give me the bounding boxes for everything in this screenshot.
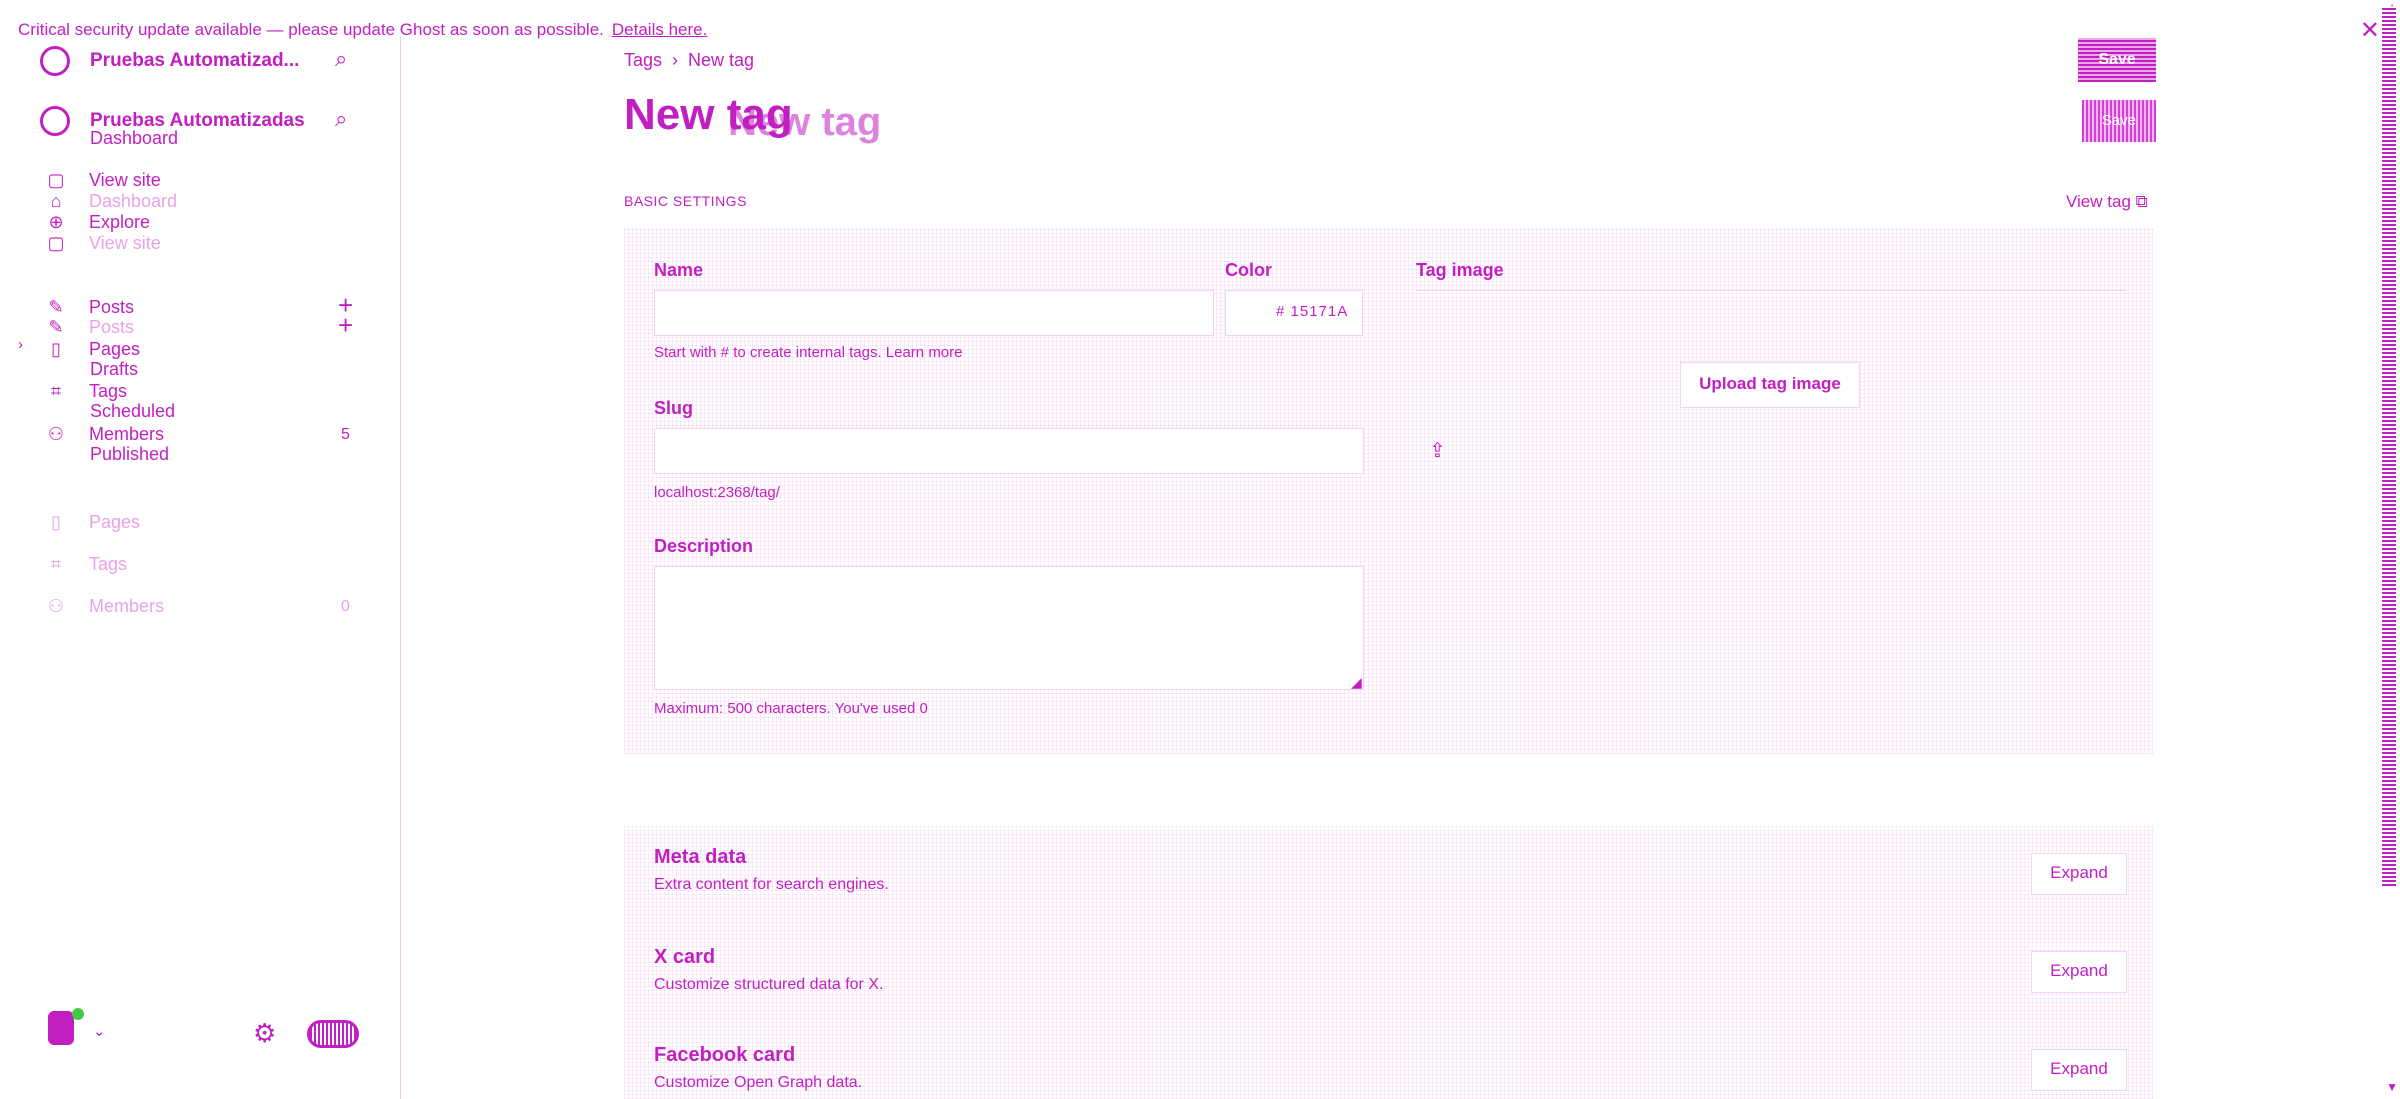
upload-tag-image-button[interactable]: Upload tag image	[1680, 362, 1860, 408]
meta-data-title: Meta data	[654, 846, 747, 868]
members-icon-ghost: ⚇	[47, 596, 65, 616]
nav-posts[interactable]: ✎ Posts	[45, 297, 134, 318]
chevron-right-icon[interactable]: ›	[18, 336, 23, 353]
metadata-cards-group: Meta data Extra content for search engin…	[624, 826, 2154, 1099]
tag-icon-ghost: ⌗	[50, 554, 62, 574]
tag-image-label: Tag image	[1416, 260, 1504, 280]
browser-icon-ghost: ▢	[47, 233, 65, 253]
description-hint: Maximum: 500 characters. You've used 0	[654, 700, 928, 717]
x-card-desc: Customize structured data for X.	[654, 976, 884, 993]
browser-icon: ▢	[47, 170, 65, 190]
search-icon-ghost[interactable]: ⌕	[335, 106, 347, 132]
online-status-dot	[72, 1008, 84, 1020]
meta-data-expand-button[interactable]: Expand	[2031, 853, 2127, 895]
tag-icon: ⌗	[50, 381, 62, 401]
color-input[interactable]: # 15171A	[1225, 290, 1363, 336]
gear-icon[interactable]: ⚙	[253, 1018, 276, 1049]
name-hint: Start with # to create internal tags. Le…	[654, 344, 963, 361]
color-label: Color	[1225, 260, 1272, 280]
dark-mode-toggle[interactable]	[307, 1020, 359, 1048]
nav-members[interactable]: ⚇ Members	[45, 424, 164, 445]
page-title-ghost: New tag	[728, 100, 882, 144]
nav-explore[interactable]: ⊕ Explore	[45, 212, 150, 233]
save-button-ghost[interactable]: Save	[2082, 100, 2156, 142]
name-label: Name	[654, 260, 704, 280]
pencil-icon: ✎	[48, 297, 64, 317]
scrollbar[interactable]	[2382, 6, 2396, 886]
home-icon: ⌂	[50, 191, 62, 211]
nav-posts-ghost[interactable]: ✎ Posts	[45, 317, 134, 338]
pencil-icon-ghost: ✎	[48, 317, 64, 337]
site-name: Pruebas Automatizad...	[90, 50, 300, 71]
nav-tags-ghost[interactable]: ⌗ Tags	[45, 554, 127, 575]
members-count: 5	[341, 426, 350, 443]
facebook-card-title: Facebook card	[654, 1044, 796, 1066]
nav-drafts[interactable]: Drafts	[90, 359, 138, 380]
sidebar: Pruebas Automatizad... ⌕ Pruebas Automat…	[0, 36, 401, 1099]
breadcrumb-current: New tag	[688, 50, 755, 70]
nav-scheduled[interactable]: Scheduled	[90, 401, 175, 422]
slug-input[interactable]	[654, 428, 1364, 474]
view-tag-link[interactable]: View tag ⧉	[2066, 192, 2148, 212]
breadcrumb: Tags › New tag	[624, 50, 754, 71]
breadcrumb-tags-link[interactable]: Tags	[624, 50, 662, 70]
search-icon[interactable]: ⌕	[335, 46, 347, 72]
banner-details-link[interactable]: Details here.	[612, 20, 707, 39]
nav-published[interactable]: Published	[90, 444, 169, 465]
nav-view-site[interactable]: ▢ View site	[45, 170, 160, 191]
facebook-card-desc: Customize Open Graph data.	[654, 1074, 863, 1091]
nav-pages-ghost[interactable]: ▯ Pages	[45, 512, 140, 533]
external-link-icon: ⧉	[2135, 192, 2148, 211]
description-label: Description	[654, 536, 754, 556]
x-card-title: X card	[654, 946, 716, 968]
site-logo-ghost	[40, 106, 70, 136]
slug-label: Slug	[654, 398, 693, 418]
basic-settings-card: Name Color # 15171A Start with # to crea…	[624, 228, 2154, 754]
x-card-expand-button[interactable]: Expand	[2031, 951, 2127, 993]
nav-tags[interactable]: ⌗ Tags	[45, 381, 127, 402]
resize-handle-icon[interactable]: ◢	[1351, 674, 1362, 691]
chevron-down-icon[interactable]: ⌄	[93, 1022, 106, 1040]
nav-dashboard[interactable]: Dashboard	[90, 128, 178, 149]
user-avatar[interactable]	[48, 1011, 74, 1045]
site-logo	[40, 46, 70, 76]
description-textarea[interactable]	[654, 566, 1364, 690]
section-label: BASIC SETTINGS	[624, 193, 747, 209]
page-icon-ghost: ▯	[51, 512, 61, 532]
save-button[interactable]: Save	[2078, 38, 2156, 82]
facebook-card-expand-button[interactable]: Expand	[2031, 1049, 2127, 1091]
breadcrumb-separator: ›	[672, 50, 679, 70]
members-icon: ⚇	[47, 424, 65, 444]
page-icon: ▯	[51, 339, 61, 359]
globe-icon: ⊕	[48, 212, 64, 232]
members-count-ghost: 0	[341, 598, 350, 615]
nav-members-ghost[interactable]: ⚇ Members	[45, 596, 164, 617]
slug-hint: localhost:2368/tag/	[654, 484, 780, 501]
nav-view-site-ghost[interactable]: ▢ View site	[45, 233, 160, 254]
site-header[interactable]: Pruebas Automatizad...	[40, 46, 299, 76]
meta-data-desc: Extra content for search engines.	[654, 876, 889, 893]
name-input[interactable]	[654, 290, 1214, 336]
nav-dashboard-ghost[interactable]: ⌂ Dashboard	[45, 191, 178, 212]
scroll-down-icon[interactable]: ▼	[2386, 1080, 2398, 1094]
nav-pages[interactable]: ▯ Pages	[45, 339, 140, 360]
new-post-plus-icon-ghost[interactable]: +	[338, 310, 353, 341]
close-icon[interactable]: ✕	[2360, 16, 2380, 45]
upload-icon[interactable]: ⇪	[1429, 438, 1446, 463]
